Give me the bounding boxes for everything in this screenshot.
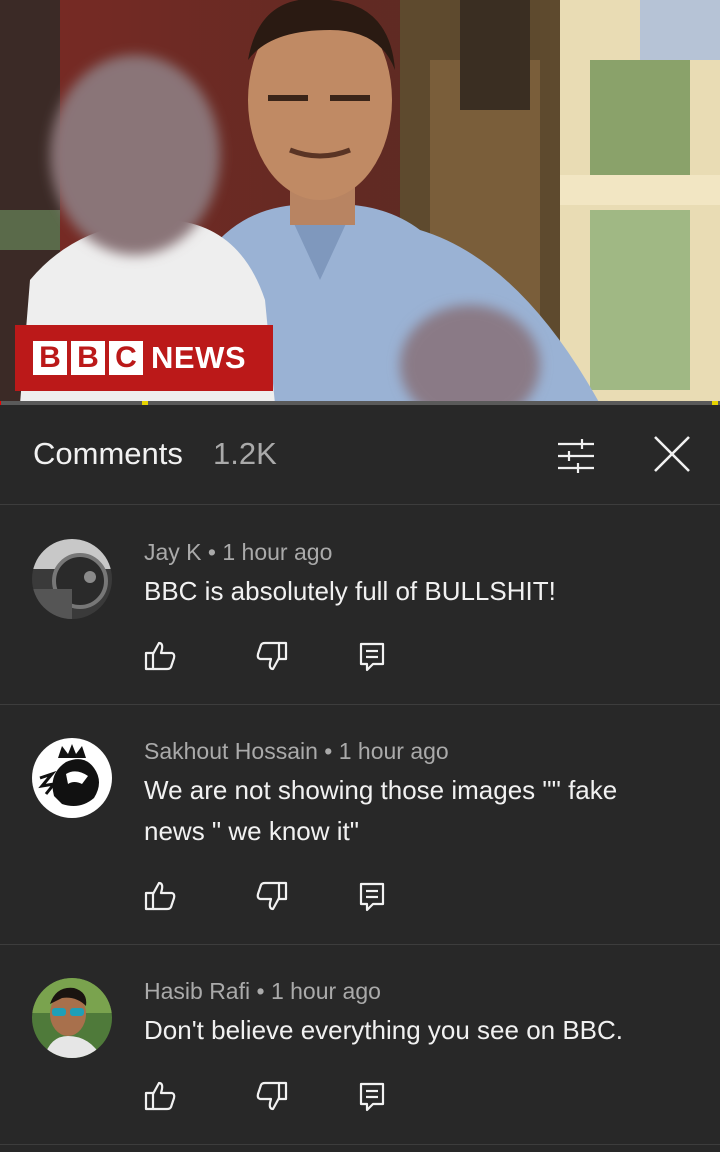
reply-icon[interactable]	[355, 639, 389, 673]
comment-text: BBC is absolutely full of BULLSHIT!	[144, 576, 556, 606]
bbc-news-logo: B B C NEWS	[15, 325, 273, 391]
video-progress-bar[interactable]	[0, 401, 720, 405]
comment-time: 1 hour ago	[222, 539, 333, 565]
thumbs-up-icon[interactable]	[143, 639, 177, 673]
meta-separator: •	[207, 539, 223, 565]
bbc-news-label: NEWS	[151, 340, 246, 375]
comment-item: Hasib Rafi • 1 hour ago Don't believe ev…	[0, 945, 720, 1145]
comment-text: Don't believe everything you see on BBC.	[144, 1015, 624, 1045]
avatar[interactable]	[32, 738, 112, 818]
comment-item: Sakhout Hossain • 1 hour ago We are not …	[0, 705, 720, 945]
ad-marker	[712, 401, 718, 405]
video-player[interactable]: B B C NEWS	[0, 0, 720, 404]
comment-author[interactable]: Hasib Rafi	[144, 978, 250, 1004]
comments-header: Comments 1.2K	[0, 406, 720, 505]
thumbs-down-icon[interactable]	[255, 879, 289, 913]
comment-time: 1 hour ago	[270, 978, 381, 1004]
comment-meta: Jay K • 1 hour ago	[144, 539, 332, 566]
avatar[interactable]	[32, 978, 112, 1058]
filter-icon[interactable]	[556, 436, 596, 476]
bbc-block-b2: B	[71, 341, 105, 375]
comment-time: 1 hour ago	[338, 738, 449, 764]
comment-meta: Sakhout Hossain • 1 hour ago	[144, 738, 449, 765]
meta-separator: •	[324, 738, 339, 764]
meta-separator: •	[256, 978, 271, 1004]
comment-meta: Hasib Rafi • 1 hour ago	[144, 978, 381, 1005]
avatar[interactable]	[32, 539, 112, 619]
thumbs-up-icon[interactable]	[143, 879, 177, 913]
progress-played	[0, 401, 2, 405]
comment-text: We are not showing those images "" fake …	[144, 775, 618, 846]
comment-author[interactable]: Sakhout Hossain	[144, 738, 318, 764]
comment-author[interactable]: Jay K	[144, 539, 202, 565]
bbc-block-c: C	[109, 341, 143, 375]
ad-marker	[142, 401, 148, 405]
comments-count: 1.2K	[213, 436, 277, 471]
reply-icon[interactable]	[355, 879, 389, 913]
bbc-block-b1: B	[33, 341, 67, 375]
reply-icon[interactable]	[355, 1079, 389, 1113]
thumbs-up-icon[interactable]	[143, 1079, 177, 1113]
thumbs-down-icon[interactable]	[255, 639, 289, 673]
close-icon[interactable]	[652, 434, 692, 474]
thumbs-down-icon[interactable]	[255, 1079, 289, 1113]
bbc-logo-blocks: B B C	[33, 341, 143, 375]
comments-title: Comments	[33, 436, 183, 471]
comment-item: Jay K • 1 hour ago BBC is absolutely ful…	[0, 505, 720, 705]
